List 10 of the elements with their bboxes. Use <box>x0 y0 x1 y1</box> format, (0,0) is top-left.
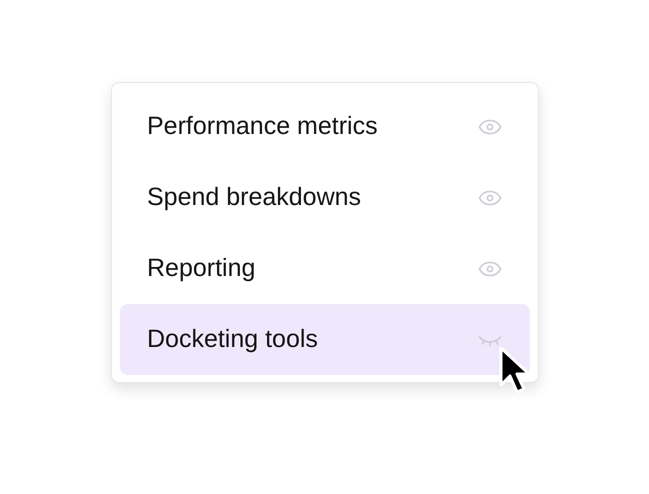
eye-icon[interactable] <box>478 190 502 206</box>
item-label: Docketing tools <box>147 325 318 354</box>
menu-item[interactable]: Spend breakdowns <box>120 162 530 233</box>
item-label: Spend breakdowns <box>147 183 362 212</box>
eye-icon[interactable] <box>478 260 502 276</box>
menu-item[interactable]: Reporting <box>120 233 530 304</box>
eye-icon[interactable] <box>478 118 502 134</box>
item-label: Performance metrics <box>147 112 378 141</box>
item-label: Reporting <box>147 254 256 283</box>
menu-item[interactable]: Performance metrics <box>120 91 530 162</box>
